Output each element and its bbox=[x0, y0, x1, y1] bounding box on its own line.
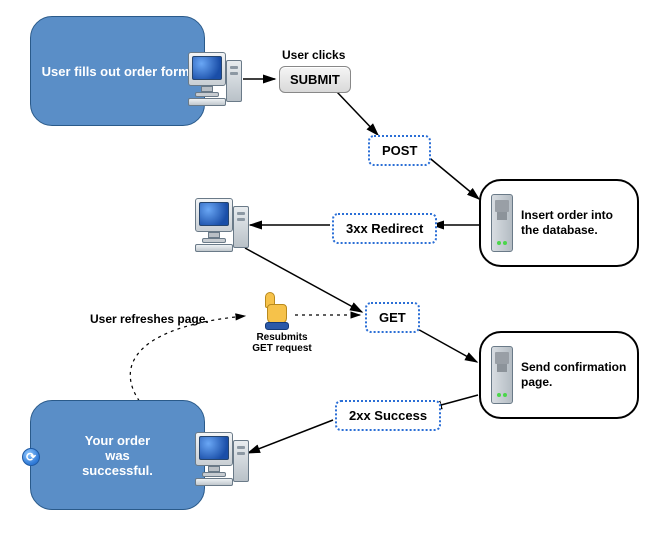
order-success-text: Your order was successful. bbox=[82, 433, 153, 478]
user-clicks-label: User clicks bbox=[282, 48, 345, 62]
http-success-box: 2xx Success bbox=[335, 400, 441, 431]
submit-button[interactable]: SUBMIT bbox=[279, 66, 351, 93]
http-post-box: POST bbox=[368, 135, 431, 166]
order-success-box: Your order was successful. bbox=[30, 400, 205, 510]
server-insert-label: Insert order into the database. bbox=[521, 208, 627, 238]
server-confirm-box: Send confirmation page. bbox=[479, 331, 639, 419]
http-get-box: GET bbox=[365, 302, 420, 333]
client-computer-icon bbox=[195, 432, 249, 488]
order-form-box: User fills out order form. bbox=[30, 16, 205, 126]
server-icon bbox=[491, 194, 513, 252]
thumbs-up-icon bbox=[261, 292, 291, 328]
server-icon bbox=[491, 346, 513, 404]
order-form-text: User fills out order form. bbox=[42, 64, 194, 79]
client-computer-icon bbox=[188, 52, 242, 108]
resubmits-label: Resubmits GET request bbox=[252, 332, 312, 354]
refresh-icon: ⟳ bbox=[22, 448, 40, 466]
client-computer-icon bbox=[195, 198, 249, 254]
http-redirect-box: 3xx Redirect bbox=[332, 213, 437, 244]
user-refreshes-label: User refreshes page. bbox=[90, 312, 209, 326]
server-insert-box: Insert order into the database. bbox=[479, 179, 639, 267]
server-confirm-label: Send confirmation page. bbox=[521, 360, 627, 390]
